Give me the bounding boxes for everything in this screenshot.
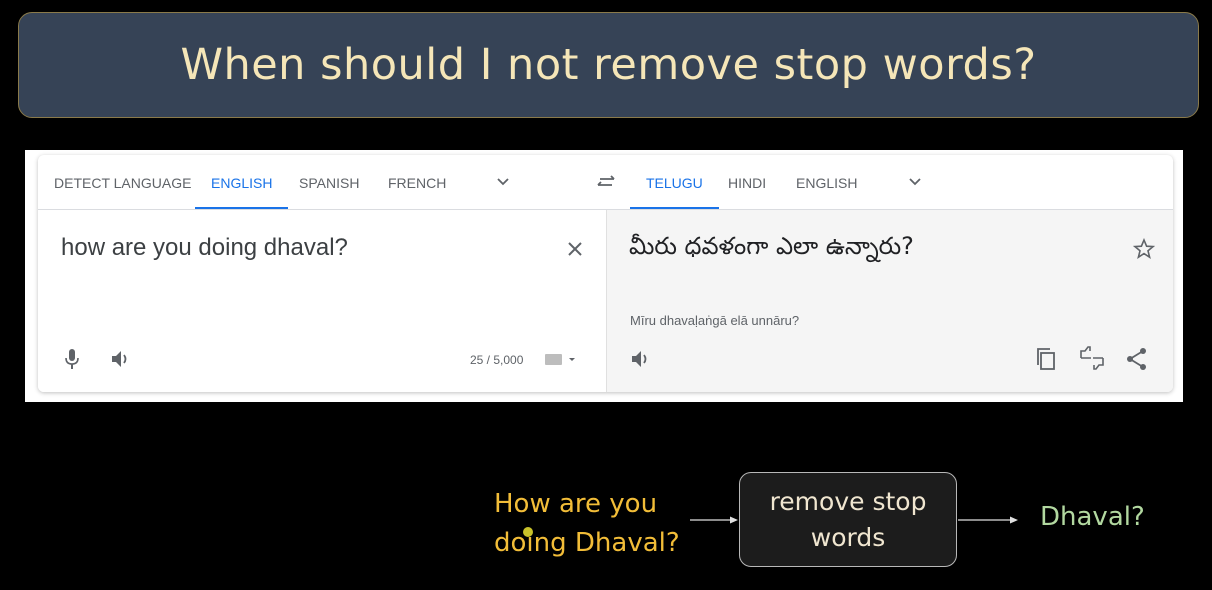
character-count: 25 / 5,000 [470, 353, 524, 367]
process-label-line-2: words [810, 522, 886, 552]
language-tabs-bar: DETECT LANGUAGE ENGLISH SPANISH FRENCH T… [38, 155, 1173, 210]
save-translation-star-icon[interactable] [1133, 238, 1155, 260]
remove-stop-words-process-box: remove stop words [739, 472, 957, 567]
clear-text-icon[interactable] [564, 238, 586, 260]
swap-languages-icon[interactable] [595, 171, 617, 193]
source-text-input[interactable]: how are you doing dhaval? [61, 234, 348, 262]
tab-target-english[interactable]: ENGLISH [796, 155, 857, 209]
flow-arrow-to-output-icon [958, 516, 1018, 524]
share-translation-icon[interactable] [1126, 347, 1148, 371]
tab-hindi[interactable]: HINDI [728, 155, 766, 209]
romanization-text: Mīru dhavaḷaṅgā elā unnāru? [630, 313, 800, 328]
flow-input-line-2: doing Dhaval? [494, 528, 680, 558]
tab-spanish[interactable]: SPANISH [299, 155, 359, 209]
flow-input-text: How are you doing Dhaval? [494, 485, 680, 563]
translate-widget: DETECT LANGUAGE ENGLISH SPANISH FRENCH T… [38, 155, 1173, 392]
copy-translation-icon[interactable] [1035, 347, 1057, 371]
translation-output-pane: మీరు ధవళంగా ఎలా ఉన్నారు? Mīru dhavaḷaṅgā… [606, 210, 1173, 392]
source-listen-speaker-icon[interactable] [109, 348, 131, 370]
tab-source-english[interactable]: ENGLISH [194, 155, 290, 209]
translated-text: మీరు ధవళంగా ఎలా ఉన్నారు? [629, 232, 914, 260]
source-more-languages-chevron-icon[interactable] [494, 173, 512, 191]
source-text-pane[interactable]: how are you doing dhaval? 25 / 5,000 [38, 210, 606, 392]
slide-title-banner: When should I not remove stop words? [18, 12, 1199, 118]
flow-arrow-to-process-icon [690, 516, 738, 524]
mouse-cursor-highlight [523, 527, 533, 537]
translate-screenshot: DETECT LANGUAGE ENGLISH SPANISH FRENCH T… [25, 150, 1183, 402]
microphone-icon[interactable] [62, 348, 82, 370]
keyboard-icon[interactable] [544, 351, 576, 367]
flow-output-text: Dhaval? [1040, 502, 1145, 532]
flow-input-line-1: How are you [494, 489, 658, 519]
tab-french[interactable]: FRENCH [388, 155, 446, 209]
slide-title: When should I not remove stop words? [180, 40, 1037, 90]
process-label-line-1: remove stop [769, 486, 927, 516]
tab-detect-language[interactable]: DETECT LANGUAGE [54, 155, 191, 209]
translation-listen-speaker-icon[interactable] [629, 348, 651, 370]
rate-translation-feedback-icon[interactable] [1079, 346, 1105, 370]
tab-telugu[interactable]: TELUGU [630, 155, 719, 209]
target-more-languages-chevron-icon[interactable] [906, 173, 924, 191]
